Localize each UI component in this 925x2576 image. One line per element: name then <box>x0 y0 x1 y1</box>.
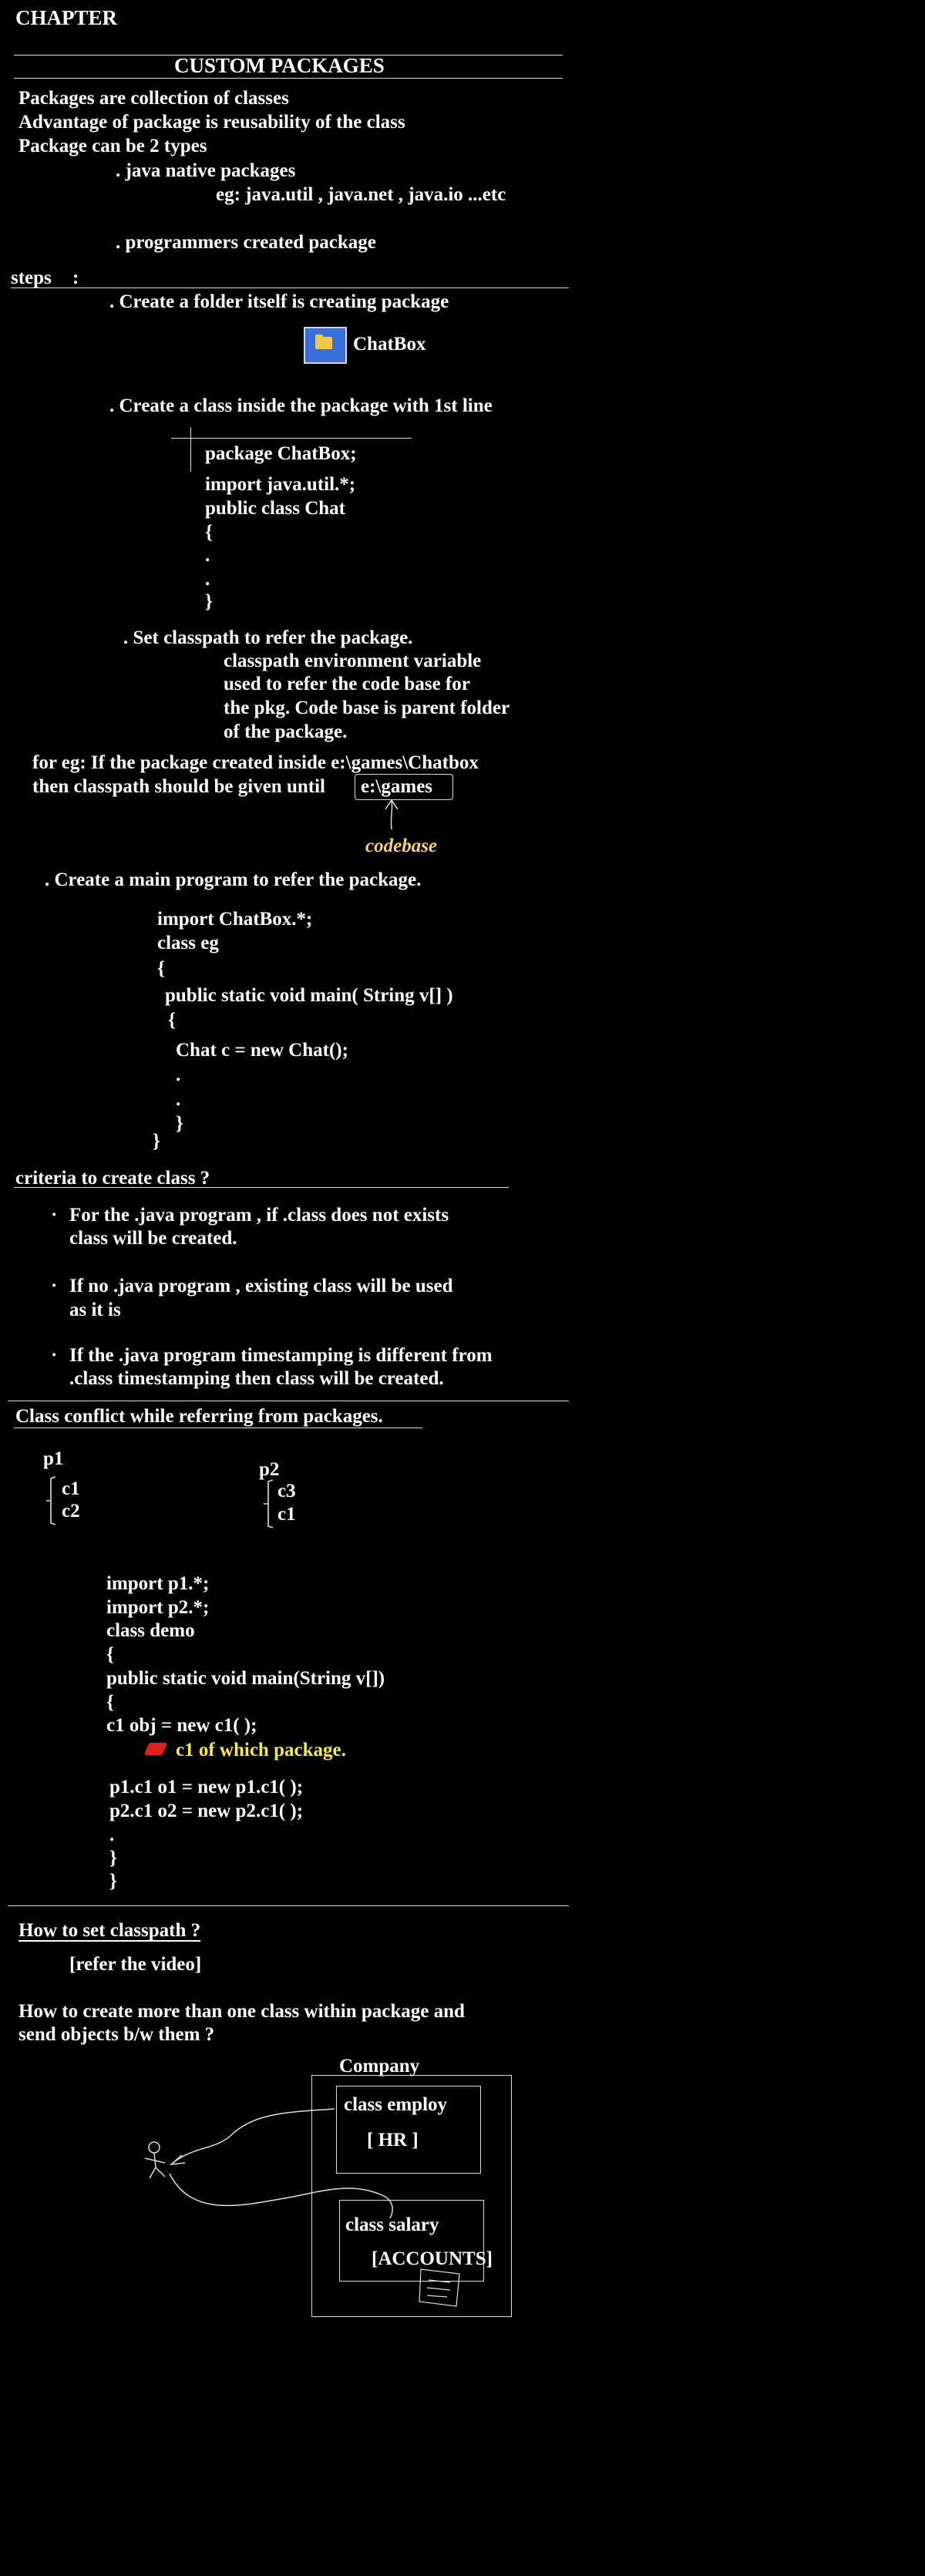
note-icon <box>419 2268 460 2307</box>
sketch-layer <box>46 799 460 2307</box>
person-icon <box>144 2141 166 2179</box>
